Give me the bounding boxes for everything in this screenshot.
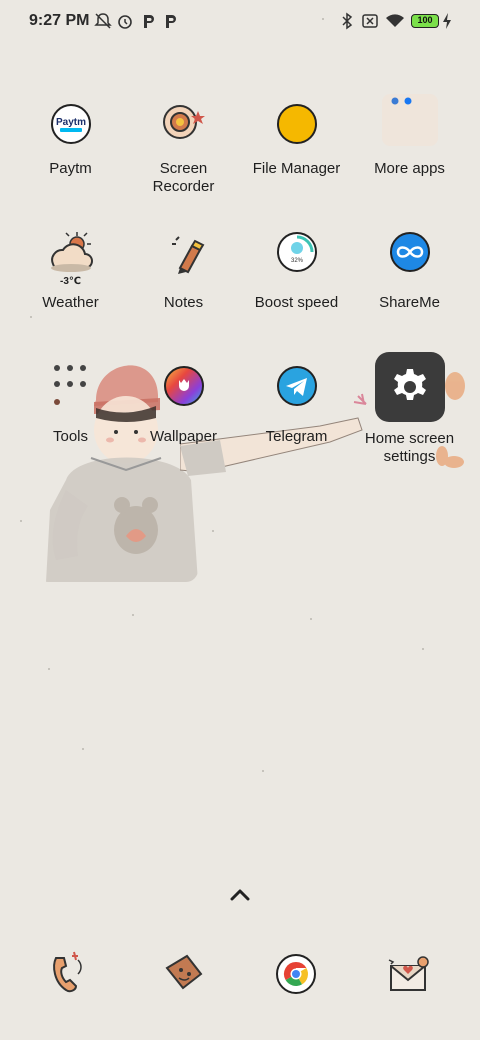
app-notes[interactable]: Notes: [127, 228, 240, 312]
app-tools-folder[interactable]: Tools: [14, 362, 127, 446]
app-shareme[interactable]: ShareMe: [353, 228, 466, 312]
shareme-icon: [378, 228, 442, 292]
dock-messages[interactable]: [155, 946, 211, 1002]
svg-text:32%: 32%: [290, 258, 303, 264]
wallpaper-icon: [152, 362, 216, 426]
paytm-notification-icon: [166, 15, 176, 28]
wifi-icon: [386, 14, 404, 27]
app-screen-recorder[interactable]: Screen Recorder: [127, 94, 240, 196]
screen-recorder-icon: [152, 94, 216, 158]
chrome-icon: [276, 954, 316, 994]
app-home-screen-settings[interactable]: Home screen settings: [353, 352, 466, 466]
tools-folder-icon: [39, 362, 103, 426]
email-icon: [388, 956, 429, 991]
alarm-icon: [118, 15, 132, 29]
bluetooth-icon: [342, 12, 353, 30]
charging-icon: [443, 13, 451, 29]
phone-icon: [53, 951, 82, 993]
svg-text:Paytm: Paytm: [55, 117, 85, 128]
messages-icon: [165, 954, 203, 990]
app-boost-speed[interactable]: 32% Boost speed: [240, 228, 353, 312]
weather-temperature: -3℃: [59, 276, 81, 287]
settings-gear-icon: [374, 352, 445, 422]
app-more-apps-folder[interactable]: More apps: [353, 94, 466, 178]
dock-chrome[interactable]: [268, 946, 324, 1002]
battery-icon: 100: [411, 14, 439, 28]
app-drawer-arrow-icon[interactable]: [228, 886, 252, 904]
notifications-off-icon: [94, 13, 112, 29]
app-paytm[interactable]: Paytm Paytm: [14, 94, 127, 178]
status-bar: 9:27 PM 100: [0, 0, 480, 44]
app-wallpaper[interactable]: Wallpaper: [127, 362, 240, 446]
more-apps-folder-icon: [378, 94, 442, 158]
file-manager-icon: [265, 94, 329, 158]
notes-icon: [152, 228, 216, 292]
sim-off-icon: [362, 14, 378, 28]
app-weather[interactable]: -3℃ Weather: [14, 228, 127, 312]
boost-speed-icon: 32%: [265, 228, 329, 292]
dock-email[interactable]: [381, 946, 437, 1002]
app-telegram[interactable]: Telegram: [240, 362, 353, 446]
dock-phone[interactable]: [42, 946, 98, 1002]
telegram-icon: [265, 362, 329, 426]
paytm-notification-icon: [144, 15, 154, 28]
status-time: 9:27 PM: [29, 12, 90, 29]
paytm-icon: Paytm: [39, 94, 103, 158]
app-file-manager[interactable]: File Manager: [240, 94, 353, 178]
weather-icon: -3℃: [39, 228, 103, 292]
